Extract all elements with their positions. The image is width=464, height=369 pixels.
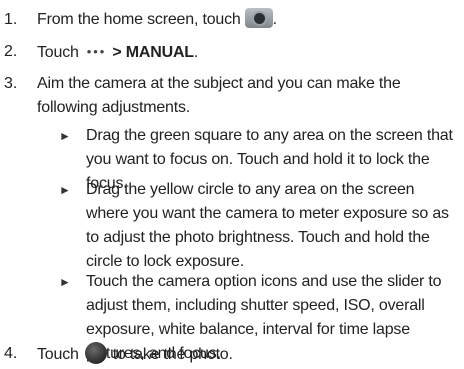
more-options-icon: ••• xyxy=(86,44,107,59)
step-1: 1. From the home screen, touch. xyxy=(0,8,460,32)
step-text: Touch to take the photo. xyxy=(37,342,460,367)
step-number: 1. xyxy=(4,11,18,28)
step-text-before: Touch xyxy=(37,346,79,363)
list-item: ► Touch the camera option icons and use … xyxy=(59,270,458,362)
shutter-button-icon xyxy=(84,342,107,364)
step-number: 3. xyxy=(4,75,18,92)
step-text-before: From the home screen, touch xyxy=(37,11,241,28)
step-text-after: . xyxy=(193,44,199,61)
step-2: 2. Touch ••• > MANUAL. xyxy=(0,40,460,64)
step-4: 4. Touch to take the photo. xyxy=(0,342,460,366)
step-text: Aim the camera at the subject and you ca… xyxy=(37,75,401,116)
bullet-marker: ► xyxy=(59,183,71,197)
camera-app-icon xyxy=(244,8,273,28)
step-3: 3. Aim the camera at the subject and you… xyxy=(0,72,460,120)
step-text-before: Touch xyxy=(37,44,79,61)
step-text: From the home screen, touch. xyxy=(37,8,460,32)
step-text: Touch ••• > MANUAL. xyxy=(37,40,460,65)
step-number: 2. xyxy=(4,43,18,60)
bullet-marker: ► xyxy=(59,129,71,143)
menu-path: > MANUAL xyxy=(112,44,194,61)
bullet-marker: ► xyxy=(59,275,71,289)
step-text-after: . xyxy=(272,11,277,28)
list-item: ► Drag the yellow circle to any area on … xyxy=(59,178,458,270)
step-number: 4. xyxy=(4,345,18,362)
bullet-text: Drag the yellow circle to any area on th… xyxy=(86,181,449,270)
list-item: ► Drag the green square to any area on t… xyxy=(59,124,458,192)
step-text-after: to take the photo. xyxy=(112,346,233,363)
instructions-document: 1. From the home screen, touch. 2. Touch… xyxy=(0,0,464,369)
